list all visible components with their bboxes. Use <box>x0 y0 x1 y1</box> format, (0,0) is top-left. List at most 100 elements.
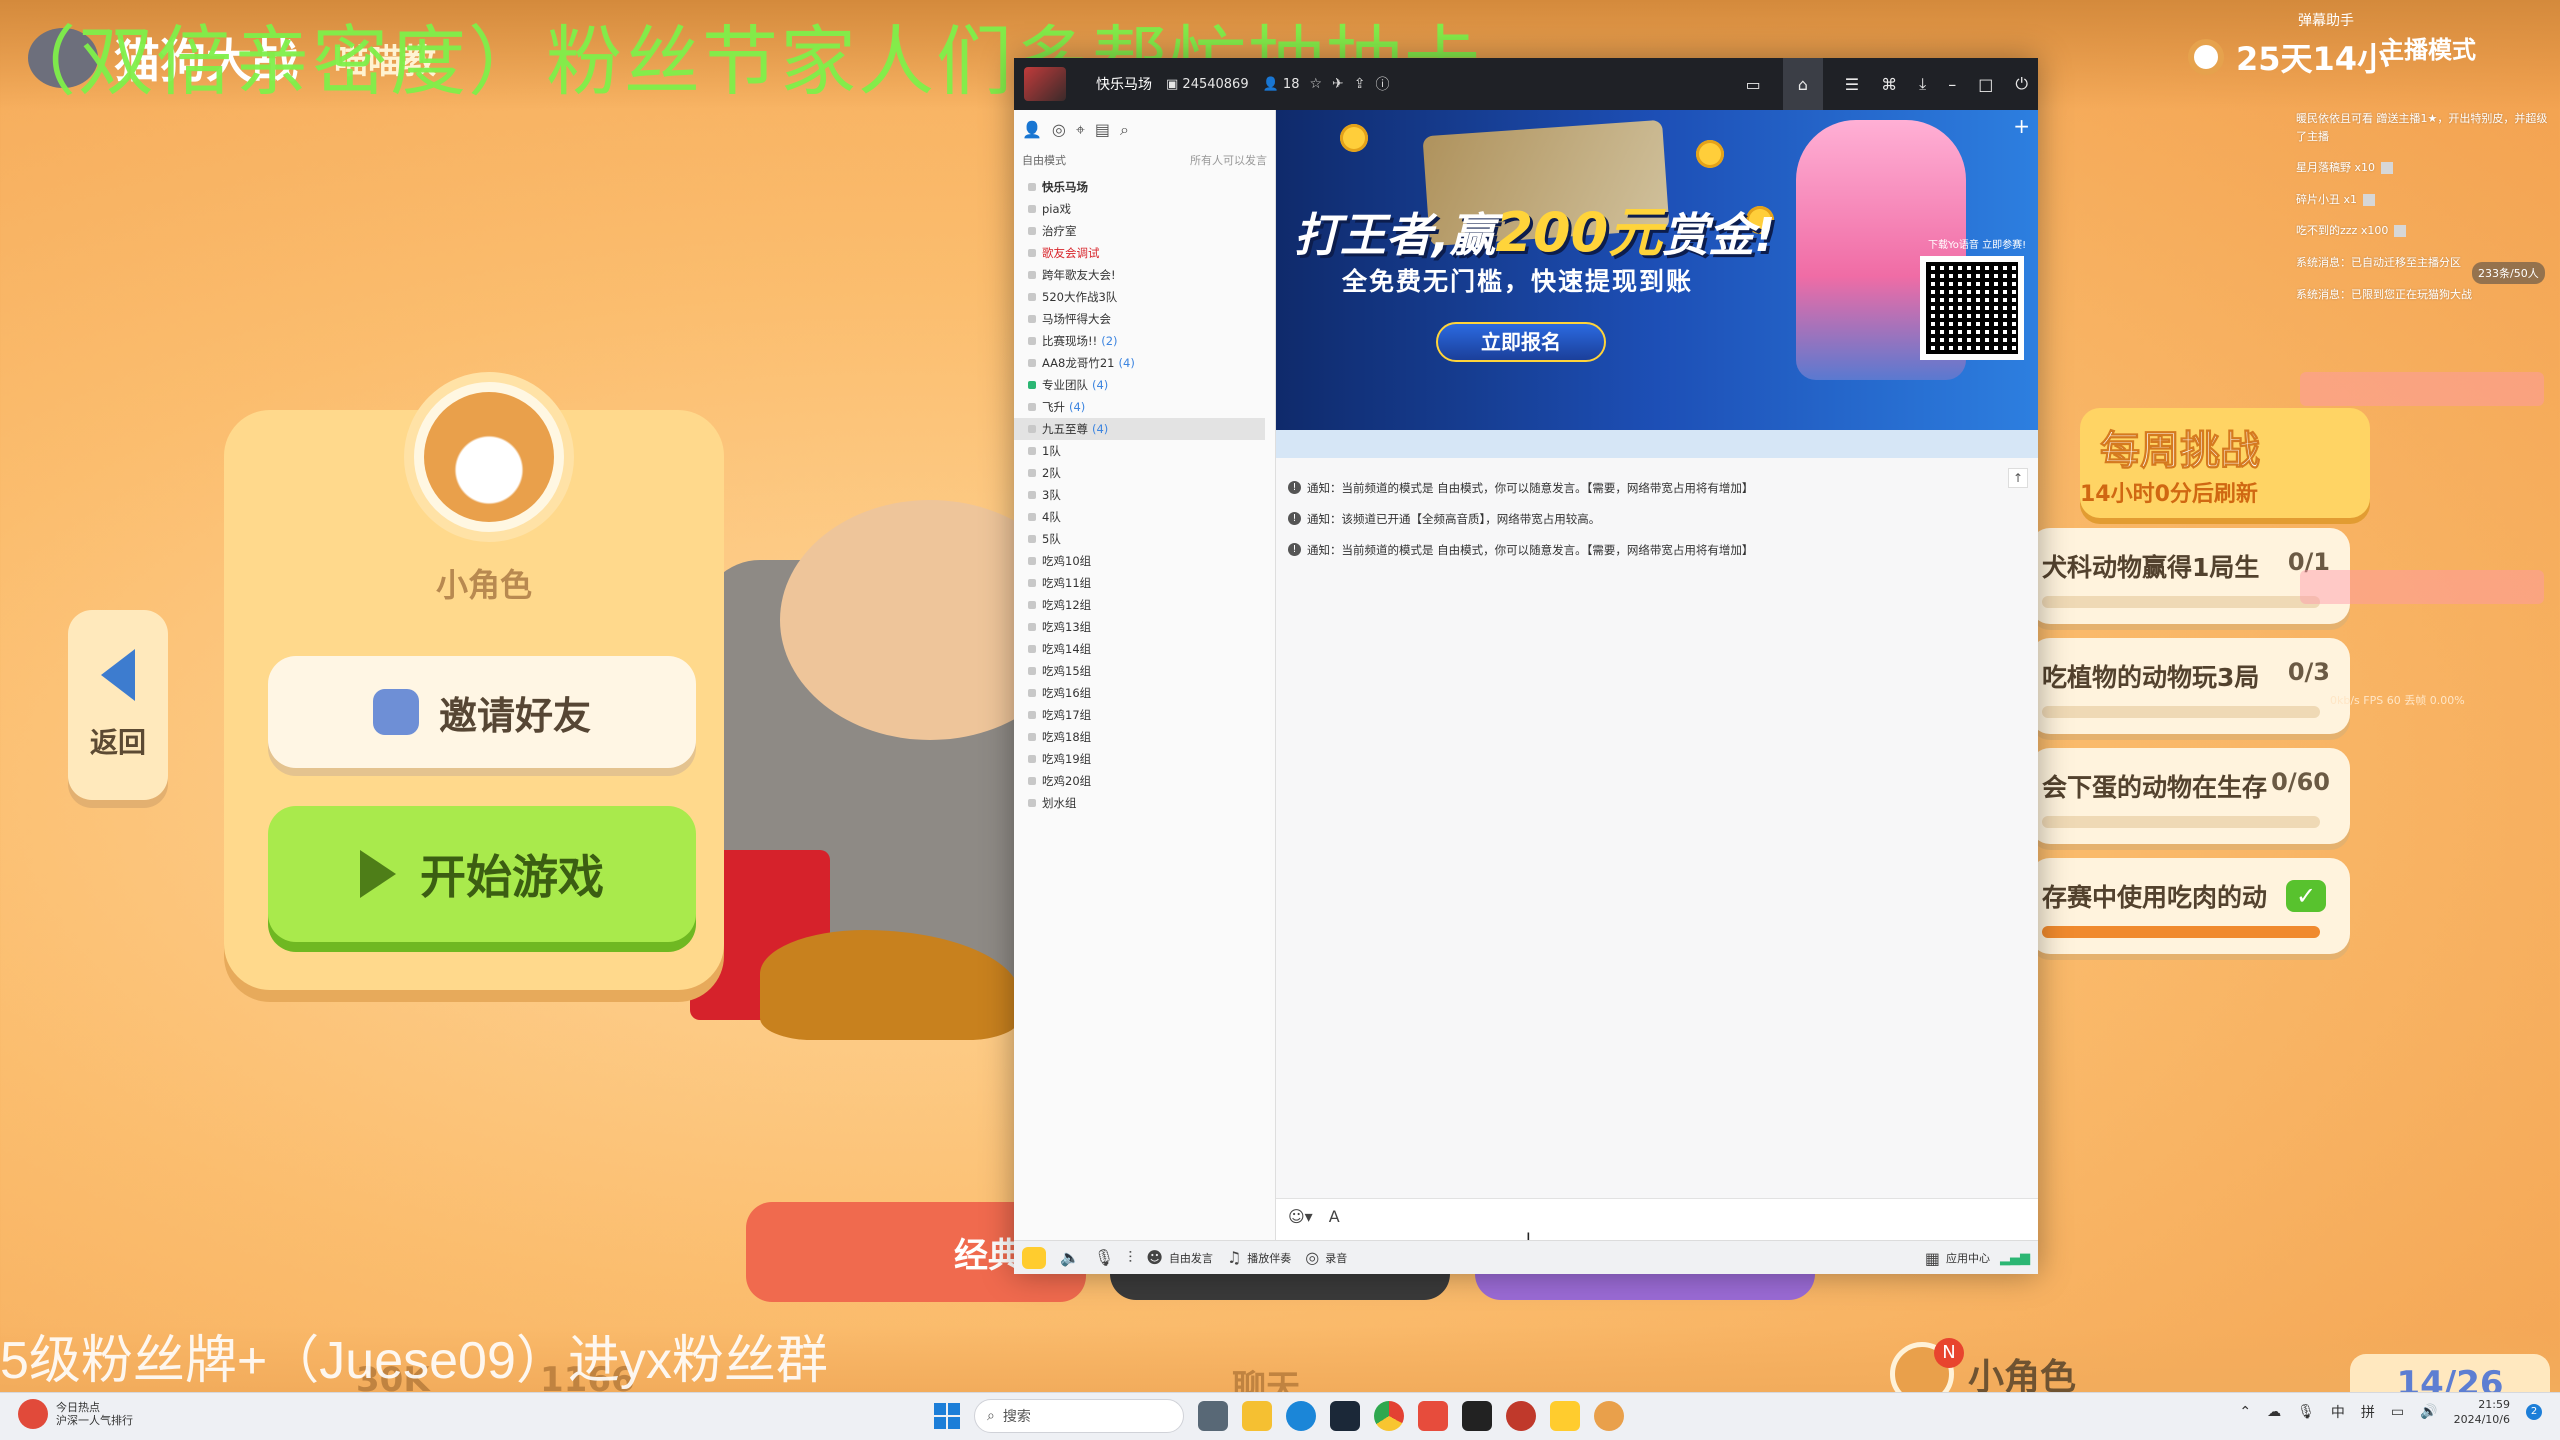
channel-item[interactable]: 2队 <box>1014 462 1275 484</box>
channel-label: 吃鸡18组 <box>1042 730 1092 744</box>
channel-item[interactable]: 快乐马场 <box>1014 176 1275 198</box>
gift-icon <box>2363 193 2376 206</box>
channel-item[interactable]: 吃鸡15组 <box>1014 660 1275 682</box>
free-speak-button[interactable]: ☻ 自由发言 <box>1146 1248 1213 1267</box>
mic-tray-icon[interactable]: 🎙 <box>2297 1404 2315 1420</box>
cloud-icon[interactable]: ☁ <box>2267 1404 2281 1420</box>
ime-chinese[interactable]: 中 <box>2331 1402 2345 1422</box>
terminal-icon[interactable] <box>1462 1401 1492 1431</box>
channel-item[interactable]: 1队 <box>1014 440 1275 462</box>
favorite-icon[interactable]: ☆ <box>1309 76 1322 92</box>
taskbar-search[interactable]: ⌕ 搜索 <box>974 1399 1184 1433</box>
app-center-button[interactable]: ▦ 应用中心 <box>1925 1249 1990 1268</box>
task-view-icon[interactable] <box>1198 1401 1228 1431</box>
notes-icon[interactable]: ▤ <box>1095 120 1110 140</box>
channel-item[interactable]: 划水组 <box>1014 792 1275 814</box>
channel-item[interactable]: pia戏 <box>1014 198 1275 220</box>
channel-item[interactable]: 3队 <box>1014 484 1275 506</box>
chrome-icon[interactable] <box>1374 1401 1404 1431</box>
channel-item[interactable]: 5队 <box>1014 528 1275 550</box>
taskbar-clock[interactable]: 21:59 2024/10/6 <box>2454 1397 2510 1428</box>
maximize-icon[interactable]: □ <box>1978 75 1993 94</box>
steam-icon[interactable] <box>1330 1401 1360 1431</box>
power-icon[interactable]: ⏻ <box>2015 74 2028 94</box>
channel-item[interactable]: 吃鸡20组 <box>1014 770 1275 792</box>
channel-item[interactable]: 专业团队 (4) <box>1014 374 1275 396</box>
system-tray: ⌃ ☁ 🎙 中 拼 ▭ 🔊 21:59 2024/10/6 2 <box>2239 1397 2542 1428</box>
mascot-icon[interactable] <box>1022 1246 1046 1269</box>
edge-browser-icon[interactable] <box>1286 1401 1316 1431</box>
volume-icon[interactable]: 🔊 <box>2420 1404 2437 1420</box>
channel-icon <box>1028 733 1036 741</box>
channel-item[interactable]: 吃鸡18组 <box>1014 726 1275 748</box>
banner-signup-button[interactable]: 立即报名 <box>1436 322 1606 362</box>
download-icon[interactable]: ⤓ <box>1919 74 1926 94</box>
yy-voice-icon[interactable] <box>1550 1401 1580 1431</box>
app-icon[interactable] <box>1418 1401 1448 1431</box>
channel-label: 吃鸡15组 <box>1042 664 1092 678</box>
font-icon[interactable]: A <box>1329 1207 1340 1226</box>
ad-banner[interactable]: 打王者,赢200元赏金! 全免费无门槛，快速提现到账 立即报名 下载Yo语音 立… <box>1276 110 2038 430</box>
channel-item[interactable]: 吃鸡12组 <box>1014 594 1275 616</box>
banner-expand-icon[interactable]: + <box>2013 114 2030 138</box>
channel-item[interactable]: 飞升 (4) <box>1014 396 1275 418</box>
speak-permission: 所有人可以发言 <box>1190 154 1267 167</box>
character-avatar[interactable] <box>404 372 574 542</box>
screen-share-icon[interactable]: ▭ <box>1746 75 1761 94</box>
gamepad-icon[interactable]: ⌘ <box>1881 75 1897 94</box>
game-icon[interactable] <box>1594 1401 1624 1431</box>
emoji-icon[interactable]: ☺▾ <box>1288 1207 1313 1226</box>
scroll-top-button[interactable]: ↑ <box>2008 468 2028 488</box>
microphone-icon[interactable]: 🎙 <box>1094 1248 1114 1267</box>
channel-item[interactable]: 吃鸡11组 <box>1014 572 1275 594</box>
challenge-task[interactable]: 会下蛋的动物在生存 0/60 <box>2030 748 2350 844</box>
notification-badge[interactable]: 2 <box>2526 1404 2542 1421</box>
channel-item[interactable]: 马场怦得大会 <box>1014 308 1275 330</box>
channel-label: 吃鸡14组 <box>1042 642 1092 656</box>
streamer-mode-button[interactable]: 主播模式 <box>2380 30 2476 65</box>
channel-item[interactable]: 520大作战3队 <box>1014 286 1275 308</box>
channel-item[interactable]: 吃鸡19组 <box>1014 748 1275 770</box>
invite-friends-button[interactable]: 邀请好友 <box>268 656 696 768</box>
file-explorer-icon[interactable] <box>1242 1401 1272 1431</box>
channel-item[interactable]: 吃鸡13组 <box>1014 616 1275 638</box>
channel-item[interactable]: 跨年歌友大会! <box>1014 264 1275 286</box>
record-button[interactable]: ◎ 录音 <box>1305 1248 1347 1267</box>
channel-item[interactable]: 4队 <box>1014 506 1275 528</box>
news-widget[interactable]: 今日热点 沪深一人气排行 <box>18 1399 133 1429</box>
channel-item[interactable]: 吃鸡16组 <box>1014 682 1275 704</box>
minimize-icon[interactable]: – <box>1948 75 1956 94</box>
home-tab[interactable]: ⌂ <box>1782 58 1823 110</box>
share-icon[interactable]: ⇪ <box>1354 76 1366 92</box>
channel-avatar[interactable] <box>1024 67 1066 101</box>
start-button[interactable] <box>934 1403 960 1429</box>
challenge-task[interactable]: 存赛中使用吃肉的动 ✓ <box>2030 858 2350 954</box>
channel-label: 划水组 <box>1042 796 1077 810</box>
channel-item[interactable]: AA8龙哥竹21 (4) <box>1014 352 1275 374</box>
info-icon[interactable]: ⓘ <box>1376 74 1390 94</box>
network-icon[interactable]: ▭ <box>2391 1404 2404 1420</box>
ime-pinyin[interactable]: 拼 <box>2361 1402 2375 1422</box>
chevron-up-icon[interactable]: ⌃ <box>2239 1404 2251 1420</box>
location-icon[interactable]: ⌖ <box>1076 120 1085 140</box>
chat-icon[interactable]: ◎ <box>1052 120 1066 140</box>
channel-item[interactable]: 比赛现场!! (2) <box>1014 330 1275 352</box>
mixer-icon[interactable]: ⫶ <box>1128 1248 1132 1268</box>
channel-icon <box>1028 755 1036 763</box>
app-icon[interactable] <box>1506 1401 1536 1431</box>
speaker-icon[interactable]: 🔈 <box>1060 1248 1080 1267</box>
back-button[interactable]: 返回 <box>68 610 168 800</box>
user-icon[interactable]: 👤 <box>1022 120 1042 140</box>
channel-item[interactable]: 九五至尊 (4) <box>1014 418 1265 440</box>
list-icon[interactable]: ☰ <box>1845 75 1859 94</box>
challenge-task[interactable]: 吃植物的动物玩3局 0/3 <box>2030 638 2350 734</box>
channel-item[interactable]: 吃鸡10组 <box>1014 550 1275 572</box>
channel-item[interactable]: 吃鸡14组 <box>1014 638 1275 660</box>
channel-item[interactable]: 吃鸡17组 <box>1014 704 1275 726</box>
channel-item[interactable]: 治疗室 <box>1014 220 1275 242</box>
play-music-button[interactable]: ♫ 播放伴奏 <box>1227 1248 1291 1267</box>
search-icon[interactable]: ⌕ <box>1120 120 1129 140</box>
start-game-button[interactable]: 开始游戏 <box>268 806 696 942</box>
channel-item[interactable]: 歌友会调试 <box>1014 242 1275 264</box>
plane-icon[interactable]: ✈ <box>1332 76 1344 92</box>
